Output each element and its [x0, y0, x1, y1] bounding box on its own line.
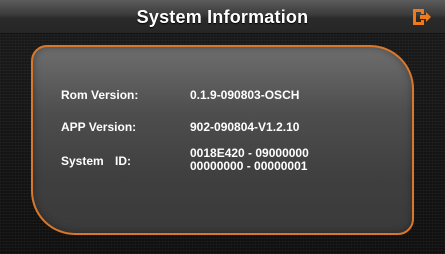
- system-id-value-line2: 00000000 - 00000001: [190, 159, 308, 173]
- exit-button[interactable]: [411, 6, 433, 28]
- exit-icon: [413, 9, 431, 25]
- system-info-panel: Rom Version: 0.1.9-090803-OSCH APP Versi…: [31, 45, 414, 235]
- rom-version-value: 0.1.9-090803-OSCH: [190, 88, 300, 102]
- page-title: System Information: [136, 7, 309, 27]
- system-id-label: System ID:: [61, 154, 132, 168]
- system-information-screen: System Information Rom Version: 0.1.9-09…: [0, 0, 445, 254]
- rom-version-label: Rom Version:: [61, 88, 139, 102]
- title-bar: System Information: [0, 0, 445, 34]
- app-version-label: APP Version:: [61, 120, 137, 134]
- app-version-value: 902-090804-V1.2.10: [190, 120, 300, 134]
